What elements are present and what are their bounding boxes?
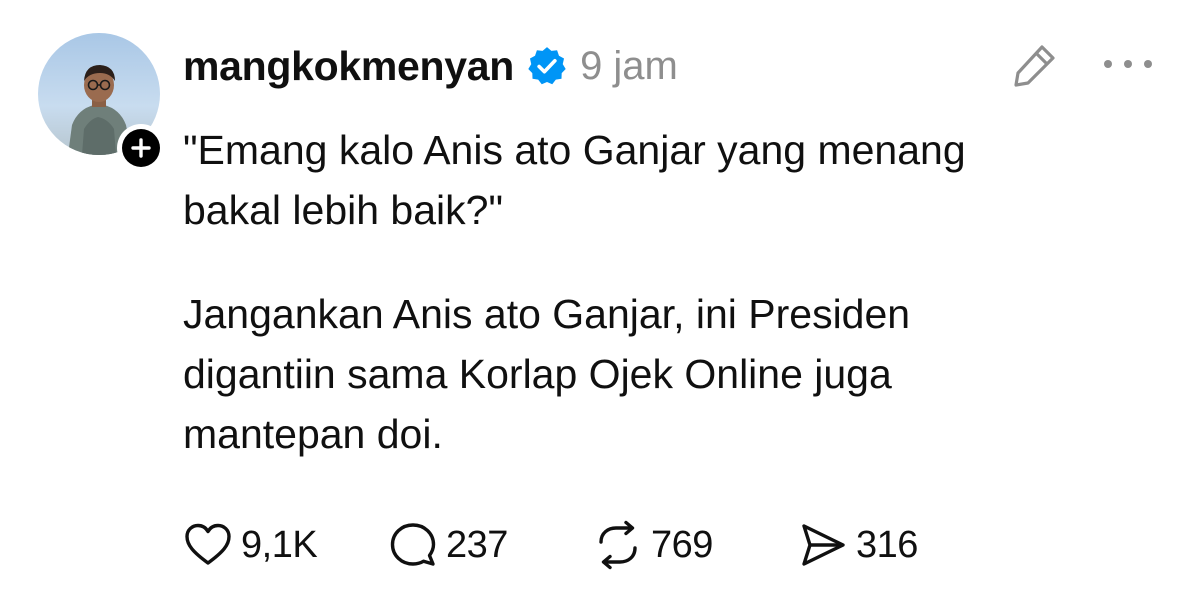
- follow-badge-circle: [122, 129, 160, 167]
- reply-button[interactable]: 237: [388, 520, 593, 570]
- like-button[interactable]: 9,1K: [183, 520, 388, 570]
- pencil-icon[interactable]: [1008, 38, 1062, 92]
- reply-count: 237: [446, 523, 508, 566]
- post-body: "Emang kalo Anis ato Ganjar yang menang …: [183, 120, 1143, 464]
- follow-button[interactable]: [117, 124, 165, 172]
- more-horizontal-icon[interactable]: [1098, 44, 1158, 84]
- heart-icon: [185, 523, 231, 565]
- post-text-paragraph-2: Jangankan Anis ato Ganjar, ini Presiden …: [183, 291, 911, 457]
- share-button[interactable]: 316: [798, 520, 978, 570]
- comment-icon: [390, 523, 436, 566]
- action-bar: 9,1K 237 769 316: [183, 515, 978, 575]
- verified-badge-icon: [528, 47, 566, 85]
- avatar-container: [38, 33, 165, 172]
- repost-button[interactable]: 769: [593, 520, 798, 570]
- post-header: mangkokmenyan 9 jam: [183, 36, 678, 96]
- post-timestamp: 9 jam: [580, 43, 678, 88]
- thread-post: mangkokmenyan 9 jam "Emang kalo Anis ato…: [0, 0, 1200, 614]
- repost-icon: [599, 520, 637, 570]
- post-text-paragraph-1: "Emang kalo Anis ato Ganjar yang menang …: [183, 127, 966, 233]
- plus-icon: [131, 138, 151, 158]
- send-icon: [802, 524, 845, 566]
- author-username[interactable]: mangkokmenyan: [183, 43, 514, 90]
- like-count: 9,1K: [241, 523, 318, 566]
- repost-count: 769: [651, 523, 713, 566]
- share-count: 316: [856, 523, 918, 566]
